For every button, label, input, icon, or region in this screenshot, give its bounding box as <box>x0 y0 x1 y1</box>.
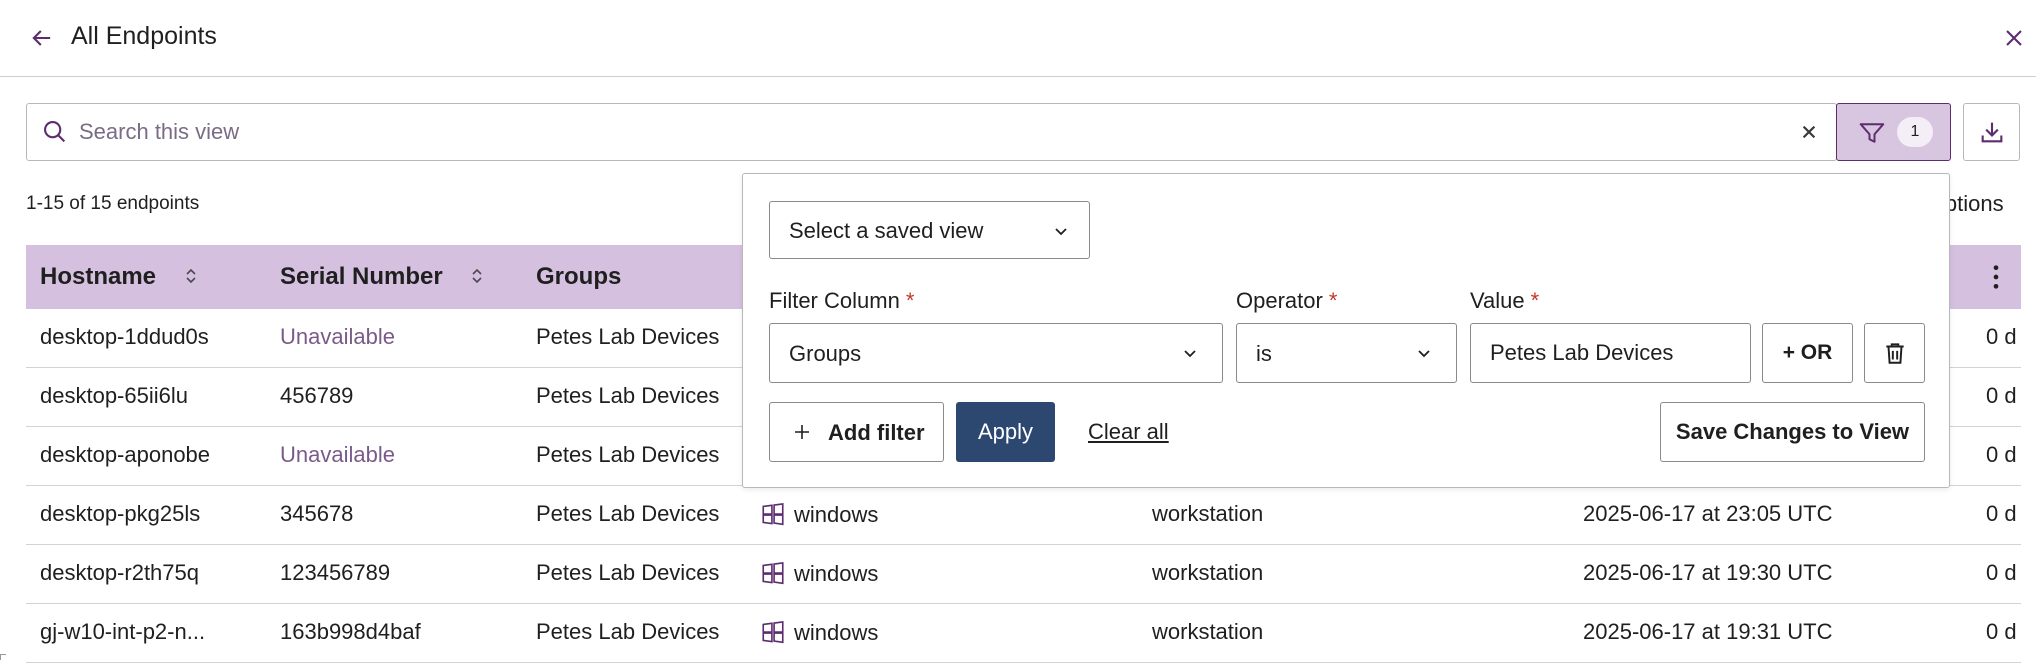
download-icon <box>1981 122 2003 143</box>
back-arrow-icon[interactable] <box>28 24 56 52</box>
chevron-down-icon <box>1055 228 1067 236</box>
hostname-cell: gj-w10-int-p2-n... <box>40 619 206 644</box>
add-or-button[interactable]: + OR <box>1762 323 1853 383</box>
groups-cell: Petes Lab Devices <box>536 619 720 644</box>
type-cell: workstation <box>1152 619 1264 644</box>
os-cell: windows <box>760 619 878 646</box>
table-row[interactable]: gj-w10-int-p2-n... 163b998d4baf Petes La… <box>26 604 2021 663</box>
apply-button[interactable]: Apply <box>956 402 1055 462</box>
extra-cell: 0 da <box>1986 501 2016 526</box>
groups-cell: Petes Lab Devices <box>536 383 720 408</box>
column-header-serial-number[interactable]: Serial Number <box>280 263 485 291</box>
serial-cell: 345678 <box>280 501 354 526</box>
groups-cell: Petes Lab Devices <box>536 324 720 349</box>
groups-cell: Petes Lab Devices <box>536 442 720 467</box>
filter-count-badge: 1 <box>1897 117 1933 147</box>
sort-icon[interactable] <box>469 266 485 286</box>
saved-view-select[interactable]: Select a saved view <box>769 201 1090 259</box>
hostname-cell: desktop-1ddud0s <box>40 324 209 349</box>
filter-button[interactable]: 1 <box>1836 103 1951 161</box>
clear-search-icon[interactable] <box>1796 119 1822 145</box>
filter-column-label: Filter Column * <box>769 288 915 313</box>
result-count: 1-15 of 15 endpoints <box>26 193 200 214</box>
operator-select[interactable]: is <box>1236 323 1457 383</box>
extra-cell: 0 da <box>1986 619 2016 644</box>
search-icon <box>44 121 66 143</box>
extra-cell: 0 da <box>1986 324 2016 349</box>
groups-cell: Petes Lab Devices <box>536 560 720 585</box>
serial-cell: Unavailable <box>280 442 395 467</box>
serial-cell: Unavailable <box>280 324 395 349</box>
last-seen-cell: 2025-06-17 at 23:05 UTC <box>1583 501 1833 526</box>
column-header-groups[interactable]: Groups <box>536 263 621 291</box>
windows-icon <box>762 561 784 585</box>
filter-popover: Select a saved view Filter Column * Opera… <box>742 173 1950 488</box>
table-row[interactable]: desktop-r2th75q 123456789 Petes Lab Devi… <box>26 545 2021 604</box>
last-seen-cell: 2025-06-17 at 19:30 UTC <box>1583 560 1833 585</box>
serial-cell: 123456789 <box>280 560 391 585</box>
os-cell: windows <box>760 560 878 587</box>
os-cell: windows <box>760 501 878 528</box>
serial-cell: 456789 <box>280 383 354 408</box>
last-seen-cell: 2025-06-17 at 19:31 UTC <box>1583 619 1833 644</box>
groups-cell: Petes Lab Devices <box>536 501 720 526</box>
saved-view-label: Select a saved view <box>789 218 984 243</box>
page-header: All Endpoints <box>0 0 2036 77</box>
serial-cell: 163b998d4baf <box>280 619 421 644</box>
filter-column-select[interactable]: Groups <box>769 323 1223 383</box>
add-filter-button[interactable]: Add filter <box>769 402 944 462</box>
hostname-cell: desktop-aponobe <box>40 442 211 467</box>
table-row[interactable]: desktop-pkg25ls 345678 Petes Lab Devices… <box>26 486 2021 545</box>
trash-icon <box>1886 343 1904 364</box>
column-options-icon[interactable] <box>1991 263 2001 291</box>
funnel-icon <box>1859 123 1885 143</box>
save-changes-button[interactable]: Save Changes to View <box>1660 402 1925 462</box>
page-title: All Endpoints <box>71 22 217 50</box>
extra-cell: 0 da <box>1986 442 2016 467</box>
hostname-cell: desktop-r2th75q <box>40 560 199 585</box>
clear-all-link[interactable]: Clear all <box>1088 419 1169 445</box>
hostname-cell: desktop-pkg25ls <box>40 501 201 526</box>
filter-column-value: Groups <box>789 341 862 366</box>
plus-icon <box>795 425 809 439</box>
hostname-cell: desktop-65ii6lu <box>40 383 188 408</box>
search-input[interactable] <box>79 112 1779 152</box>
windows-icon <box>762 502 784 526</box>
value-input[interactable] <box>1470 323 1751 383</box>
windows-icon <box>762 620 784 644</box>
type-cell: workstation <box>1152 560 1264 585</box>
operator-value: is <box>1256 341 1272 366</box>
sort-icon[interactable] <box>183 266 199 286</box>
extra-cell: 0 da <box>1986 383 2016 408</box>
chevron-down-icon <box>1184 350 1196 358</box>
close-icon[interactable] <box>2000 24 2028 52</box>
download-button[interactable] <box>1963 103 2020 161</box>
add-filter-label: Add filter <box>828 420 925 445</box>
column-header-hostname[interactable]: Hostname <box>40 263 199 291</box>
extra-cell: 0 da <box>1986 560 2016 585</box>
value-label: Value * <box>1470 288 1540 313</box>
chevron-down-icon <box>1418 350 1430 358</box>
operator-label: Operator * <box>1236 288 1338 313</box>
type-cell: workstation <box>1152 501 1264 526</box>
delete-filter-button[interactable] <box>1864 323 1925 383</box>
resize-corner <box>0 654 6 660</box>
search-box[interactable] <box>26 103 1837 161</box>
